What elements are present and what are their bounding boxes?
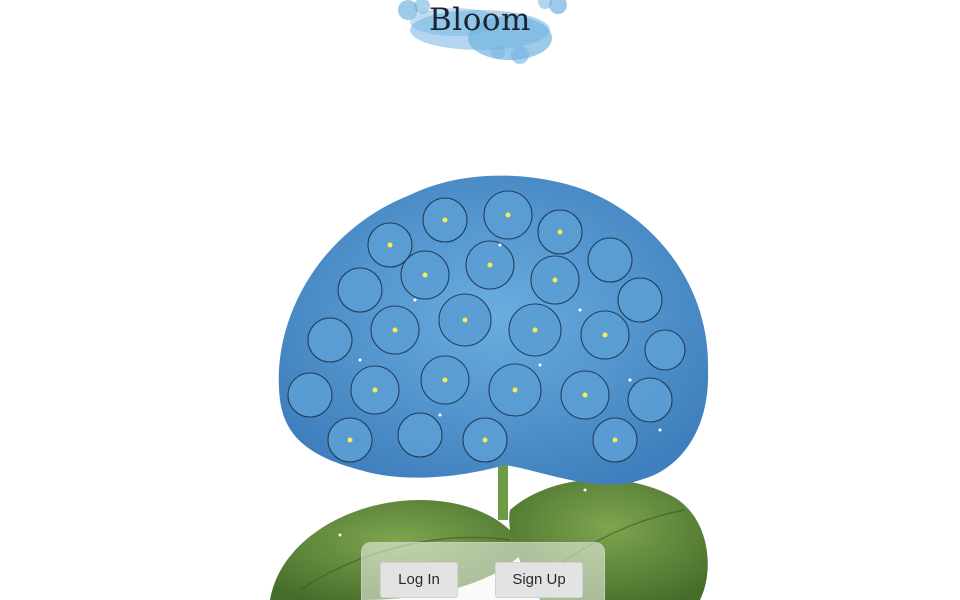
landing-page: Bloom Log In Sign Up bbox=[0, 0, 960, 600]
signup-button[interactable]: Sign Up bbox=[495, 562, 583, 598]
login-button[interactable]: Log In bbox=[380, 562, 458, 598]
brand-title: Bloom bbox=[429, 2, 531, 38]
auth-panel: Log In Sign Up bbox=[361, 542, 605, 600]
hydrangea-illustration-icon bbox=[270, 175, 709, 600]
brand-logo: Bloom bbox=[380, 0, 580, 70]
hydrangea-illustration bbox=[240, 150, 740, 600]
